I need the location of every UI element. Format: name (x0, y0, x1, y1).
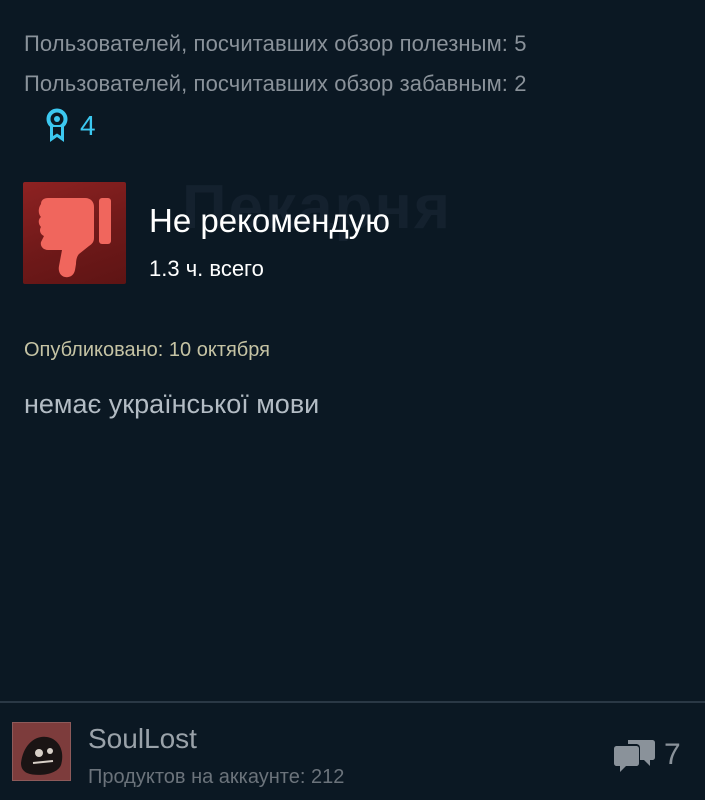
helpful-count-text: Пользователей, посчитавших обзор полезны… (24, 31, 527, 56)
verdict-title: Не рекомендую (149, 202, 390, 239)
comments-count: 7 (664, 738, 681, 771)
author-products-count: Продуктов на аккаунте: 212 (88, 766, 345, 788)
funny-count-text: Пользователей, посчитавших обзор забавны… (24, 71, 527, 96)
avatar-image (13, 723, 70, 780)
award-badge[interactable]: 4 (44, 108, 96, 144)
review-body: немає української мови (24, 389, 320, 419)
award-count: 4 (80, 110, 96, 141)
comments-button[interactable]: 7 (614, 736, 681, 774)
thumbs-down-icon (38, 198, 111, 278)
comments-icon (614, 740, 655, 772)
avatar[interactable] (12, 722, 71, 781)
posted-date: Опубликовано: 10 октября (24, 339, 270, 361)
divider (0, 701, 705, 703)
playtime-hours: 1.3 ч. всего (149, 256, 264, 281)
verdict-thumb-box (23, 182, 126, 284)
award-ribbon-icon (46, 108, 68, 142)
author-name-link[interactable]: SoulLost (88, 723, 197, 755)
